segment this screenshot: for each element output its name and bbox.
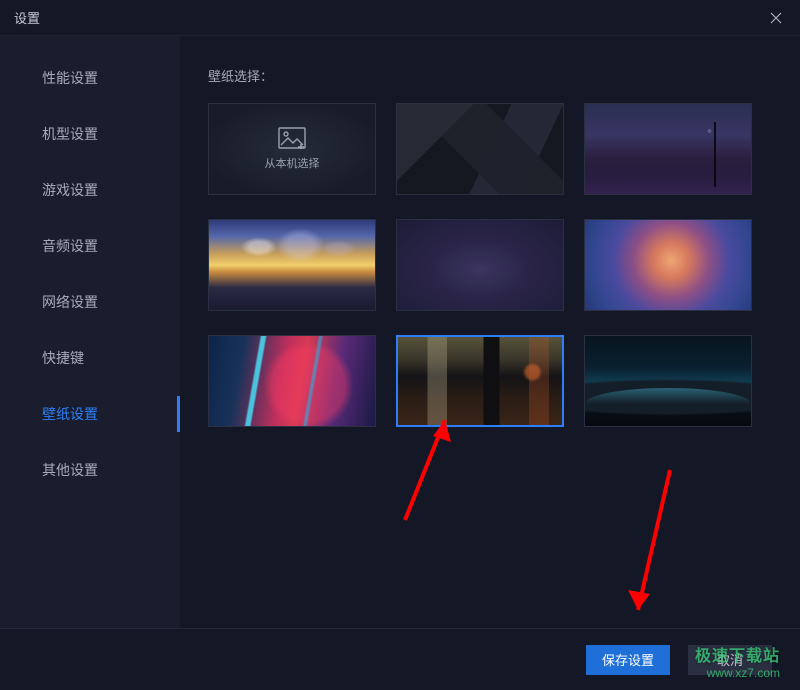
wallpaper-thumb-purple-blur[interactable] xyxy=(396,219,564,311)
wallpaper-thumb-dark-geometric[interactable] xyxy=(396,103,564,195)
footer: 保存设置 取消 xyxy=(0,628,800,690)
wallpaper-thumb-rainy-street[interactable] xyxy=(396,335,564,427)
sidebar-item-other[interactable]: 其他设置 xyxy=(0,442,180,498)
wallpaper-thumb-dark-horizon[interactable] xyxy=(584,335,752,427)
sidebar-item-label: 机型设置 xyxy=(42,124,98,144)
save-button[interactable]: 保存设置 xyxy=(586,645,670,675)
sidebar-item-label: 音频设置 xyxy=(42,236,98,256)
sidebar-item-network[interactable]: 网络设置 xyxy=(0,274,180,330)
window-body: 性能设置 机型设置 游戏设置 音频设置 网络设置 快捷键 壁纸设置 其他设置 xyxy=(0,36,800,628)
upload-label: 从本机选择 xyxy=(265,155,320,171)
sidebar-item-label: 快捷键 xyxy=(42,348,84,368)
window-title: 设置 xyxy=(14,8,40,27)
wallpaper-thumb-warm-gradient[interactable] xyxy=(584,219,752,311)
wallpaper-thumb-city-night[interactable] xyxy=(584,103,752,195)
wallpaper-grid: 从本机选择 xyxy=(208,103,772,427)
sidebar-item-label: 性能设置 xyxy=(42,68,98,88)
wallpaper-upload-slot[interactable]: 从本机选择 xyxy=(208,103,376,195)
wallpaper-thumb-neon-abstract[interactable] xyxy=(208,335,376,427)
sidebar-item-label: 壁纸设置 xyxy=(42,404,98,424)
sidebar-item-performance[interactable]: 性能设置 xyxy=(0,50,180,106)
sidebar-item-shortcuts[interactable]: 快捷键 xyxy=(0,330,180,386)
cancel-button[interactable]: 取消 xyxy=(688,645,772,675)
sidebar-item-label: 其他设置 xyxy=(42,460,98,480)
sidebar-item-wallpaper[interactable]: 壁纸设置 xyxy=(0,386,180,442)
sidebar-item-label: 网络设置 xyxy=(42,292,98,312)
close-button[interactable] xyxy=(766,8,786,28)
content-area: 壁纸选择： 从本机选择 xyxy=(180,36,800,628)
image-add-icon xyxy=(278,127,306,149)
settings-window: 设置 性能设置 机型设置 游戏设置 音频设置 网络设置 快 xyxy=(0,0,800,690)
close-icon xyxy=(770,12,782,24)
sidebar-item-audio[interactable]: 音频设置 xyxy=(0,218,180,274)
sidebar-item-device[interactable]: 机型设置 xyxy=(0,106,180,162)
section-title: 壁纸选择： xyxy=(208,66,772,85)
titlebar: 设置 xyxy=(0,0,800,36)
sidebar: 性能设置 机型设置 游戏设置 音频设置 网络设置 快捷键 壁纸设置 其他设置 xyxy=(0,36,180,628)
sidebar-item-game[interactable]: 游戏设置 xyxy=(0,162,180,218)
sidebar-item-label: 游戏设置 xyxy=(42,180,98,200)
wallpaper-thumb-anime-sunset[interactable] xyxy=(208,219,376,311)
